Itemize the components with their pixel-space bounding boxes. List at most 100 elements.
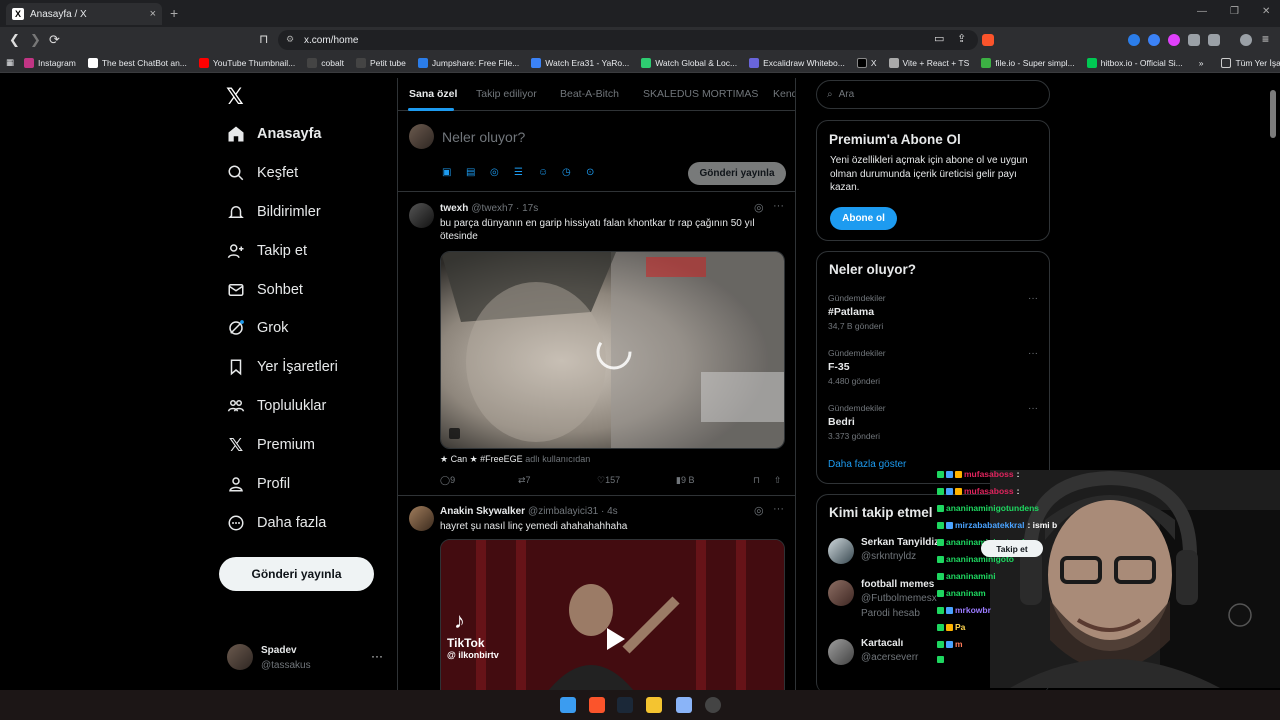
avatar[interactable] (409, 203, 434, 228)
more-icon[interactable]: ··· (371, 649, 383, 663)
bookmark-item[interactable]: Instagram (24, 57, 76, 68)
bookmark-item[interactable]: X (856, 57, 877, 68)
more-icon[interactable]: ··· (773, 200, 784, 212)
nav-chat[interactable]: Sohbet (226, 280, 303, 300)
repost-button[interactable]: ⇄ 7 (518, 475, 531, 486)
bookmark-item[interactable]: Watch Global & Loc... (641, 57, 737, 68)
nav-home[interactable]: Anasayfa (226, 124, 321, 144)
menu-icon[interactable]: ≡ (1262, 32, 1269, 46)
site-info-icon[interactable]: ⚙ (286, 34, 294, 45)
image-icon[interactable]: ▣ (442, 167, 466, 178)
new-tab-button[interactable]: + (170, 5, 178, 21)
apps-icon[interactable]: ▦ (6, 57, 14, 68)
more-icon[interactable]: ··· (1028, 348, 1038, 359)
nav-communities[interactable]: Topluluklar (226, 396, 326, 416)
nav-follow[interactable]: Takip et (226, 241, 307, 261)
tweet-media[interactable] (440, 251, 785, 449)
location-icon[interactable]: ⊙ (586, 167, 610, 178)
extension-icon[interactable] (1168, 34, 1180, 46)
maximize-icon[interactable]: ❐ (1230, 6, 1239, 17)
nav-premium[interactable]: 𝕏 Premium (226, 435, 315, 455)
bookmark-item[interactable]: Petit tube (355, 57, 406, 68)
extensions-puzzle-icon[interactable] (1188, 34, 1200, 46)
nav-profile[interactable]: Profil (226, 474, 290, 494)
tab-for-you[interactable]: Sana özel (409, 88, 457, 100)
tab-following[interactable]: Takip ediliyor (476, 88, 537, 100)
bookmark-item[interactable]: file.io - Super simpl... (981, 57, 1075, 68)
nav-more[interactable]: Daha fazla (226, 513, 326, 533)
more-icon[interactable]: ··· (1028, 293, 1038, 304)
post-button[interactable]: Gönderi yayınla (219, 557, 374, 591)
tweet-author[interactable]: Anakin Skywalker @zimbalayici31 · 4s (440, 506, 618, 517)
tab-list[interactable]: SKALEDUS MORTIMAS (643, 88, 758, 100)
bookmark-item[interactable]: Excalidraw Whitebo... (749, 57, 845, 68)
compose-input[interactable]: Neler oluyor? (442, 129, 525, 145)
app-icon[interactable] (705, 697, 721, 713)
tweet-media[interactable]: ♪ TikTok @ ilkonbirtv (440, 539, 785, 690)
views-button[interactable]: ▮ 9 B (676, 475, 694, 486)
file-explorer-icon[interactable] (646, 697, 662, 713)
tweet-author[interactable]: twexh @twexh7 · 17s (440, 203, 538, 214)
bookmarks-overflow-icon[interactable]: » (1199, 58, 1204, 68)
nav-bookmarks[interactable]: Yer İşaretleri (226, 357, 338, 377)
bookmark-icon[interactable]: ⊓ (753, 475, 760, 486)
share-icon[interactable]: ⇪ (957, 32, 966, 45)
brave-icon[interactable] (589, 697, 605, 713)
account-switcher[interactable]: Spadev @tassakus ··· (227, 643, 387, 675)
gif-icon[interactable]: ▤ (466, 167, 490, 178)
scrollbar[interactable] (1270, 90, 1276, 138)
cast-icon[interactable]: ▭ (934, 32, 944, 45)
bookmark-item[interactable]: cobalt (307, 57, 344, 68)
close-window-icon[interactable]: ✕ (1262, 6, 1270, 17)
trend-item[interactable]: Gündemdekiler F-35 4.480 gönderi ··· (828, 348, 1038, 386)
subscribe-button[interactable]: Abone ol (830, 207, 897, 230)
grok-icon[interactable]: ◎ (754, 201, 764, 214)
bookmark-item[interactable]: hitbox.io - Official Si... (1086, 57, 1183, 68)
steam-icon[interactable] (617, 697, 633, 713)
x-logo-icon[interactable]: 𝕏 (226, 84, 244, 110)
forward-icon[interactable]: ❯ (30, 32, 41, 48)
brave-shield-icon[interactable] (982, 34, 994, 46)
search-input[interactable]: ⌕ Ara (816, 80, 1050, 109)
poll-icon[interactable]: ☰ (514, 167, 538, 178)
tab-list[interactable]: Kend (773, 88, 795, 100)
tweet[interactable]: twexh @twexh7 · 17s ◎ ··· bu parça dünyan… (398, 193, 795, 496)
sidebar-icon[interactable] (1208, 34, 1220, 46)
share-icon[interactable]: ⇧ (774, 475, 782, 486)
grok-icon[interactable]: ◎ (490, 167, 514, 178)
app-icon[interactable] (676, 697, 692, 713)
grok-icon[interactable]: ◎ (754, 504, 764, 517)
post-submit-button[interactable]: Gönderi yayınla (688, 162, 786, 185)
windows-start-icon[interactable] (560, 697, 576, 713)
reply-button[interactable]: ◯ 9 (440, 475, 455, 486)
avatar[interactable] (409, 506, 434, 531)
nav-explore[interactable]: Keşfet (226, 163, 298, 183)
trend-item[interactable]: Gündemdekiler #Patlama 34,7 B gönderi ··… (828, 293, 1038, 331)
tweet[interactable]: Anakin Skywalker @zimbalayici31 · 4s ◎ ··… (398, 497, 795, 690)
bookmark-item[interactable]: The best ChatBot an... (87, 57, 187, 68)
like-button[interactable]: ♡ 157 (597, 475, 620, 486)
back-icon[interactable]: ❮ (9, 32, 20, 48)
browser-tab[interactable]: X Anasayfa / X × (6, 3, 162, 25)
vpn-icon[interactable] (1240, 34, 1252, 46)
tab-list[interactable]: Beat-A-Bitch (560, 88, 619, 100)
all-bookmarks-folder[interactable]: Tüm Yer İşaretleri (1221, 57, 1280, 68)
minimize-icon[interactable]: — (1197, 6, 1207, 17)
reload-icon[interactable]: ⟳ (49, 32, 60, 48)
bookmark-item[interactable]: YouTube Thumbnail... (198, 57, 295, 68)
show-more-link[interactable]: Daha fazla göster (828, 459, 906, 470)
url-field[interactable]: ⚙ x.com/home (278, 30, 978, 50)
schedule-icon[interactable]: ◷ (562, 167, 586, 178)
nav-grok[interactable]: Grok (226, 318, 288, 338)
bookmark-item[interactable]: Watch Era31 - YaRo... (531, 57, 629, 68)
tab-close-icon[interactable]: × (150, 8, 156, 20)
emoji-icon[interactable]: ☺ (538, 167, 562, 178)
bookmark-item[interactable]: Jumpshare: Free File... (417, 57, 519, 68)
extension-icon[interactable] (1128, 34, 1140, 46)
more-icon[interactable]: ··· (1028, 403, 1038, 414)
trend-item[interactable]: Gündemdekiler Bedri 3.373 gönderi ··· (828, 403, 1038, 441)
follow-button[interactable]: Takip et (981, 540, 1043, 557)
bookmark-item[interactable]: Vite + React + TS (888, 57, 969, 68)
bookmark-page-icon[interactable]: ⊓ (259, 32, 268, 46)
nav-notifications[interactable]: Bildirimler (226, 202, 321, 222)
